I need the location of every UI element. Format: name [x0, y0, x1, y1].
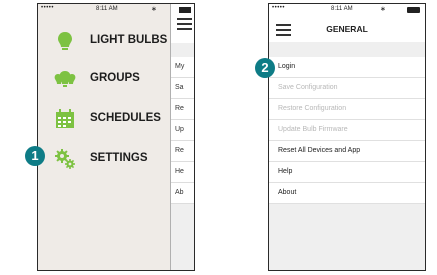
empty-area	[269, 204, 425, 270]
status-bar: ••••• 8:11 AM ∗	[38, 4, 170, 14]
drawer-item-groups[interactable]: GROUPS	[38, 68, 170, 90]
status-time: 8:11 AM	[96, 6, 118, 12]
drawer-item-settings[interactable]: SETTINGS	[38, 148, 170, 170]
battery-icon	[407, 7, 420, 13]
settings-list-partial: My Sa Re Up Re He Ab	[171, 57, 194, 204]
signal-indicator: •••••	[41, 5, 55, 11]
battery-icon	[179, 7, 191, 13]
empty-area	[171, 204, 194, 270]
settings-page-behind-drawer: My Sa Re Up Re He Ab	[170, 4, 194, 270]
list-item-reset-all-devices[interactable]: Reset All Devices and App	[269, 141, 425, 162]
drawer-item-schedules[interactable]: SCHEDULES	[38, 108, 170, 130]
list-item-about[interactable]: About	[269, 183, 425, 204]
lightbulb-icon	[58, 32, 72, 50]
list-item-help[interactable]: Help	[269, 162, 425, 183]
bluetooth-icon: ∗	[151, 6, 157, 13]
list-item[interactable]: He	[171, 162, 194, 183]
list-item-save-configuration: Save Configuration	[269, 78, 425, 99]
bluetooth-icon: ∗	[380, 6, 386, 13]
list-item[interactable]: Up	[171, 120, 194, 141]
list-item[interactable]: My	[171, 57, 194, 78]
callout-badge-2: 2	[255, 58, 275, 78]
list-item[interactable]: Re	[171, 141, 194, 162]
list-item[interactable]: Ab	[171, 183, 194, 204]
status-bar: ••••• 8:11 AM ∗	[269, 4, 425, 14]
status-time: 8:11 AM	[331, 6, 353, 12]
list-item-update-bulb-firmware: Update Bulb Firmware	[269, 120, 425, 141]
signal-indicator: •••••	[272, 5, 286, 11]
list-item[interactable]: Re	[171, 99, 194, 120]
list-item-login[interactable]: Login	[269, 57, 425, 78]
drawer-item-label: LIGHT BULBS	[90, 34, 168, 46]
drawer-item-light-bulbs[interactable]: LIGHT BULBS	[38, 30, 170, 52]
app-header: ••••• 8:11 AM ∗ GENERAL	[269, 4, 425, 42]
section-divider	[171, 43, 194, 57]
drawer-item-label: SETTINGS	[90, 152, 148, 164]
navigation-drawer: ••••• 8:11 AM ∗ LIGHT BULBS GROUPS SCHED…	[38, 4, 170, 270]
section-divider	[269, 42, 425, 57]
drawer-item-label: GROUPS	[90, 72, 140, 84]
calendar-icon	[56, 109, 74, 128]
callout-badge-1: 1	[25, 146, 45, 166]
drawer-item-label: SCHEDULES	[90, 112, 161, 124]
hamburger-menu-icon[interactable]	[177, 18, 192, 33]
phone-screen-menu: ••••• 8:11 AM ∗ LIGHT BULBS GROUPS SCHED…	[37, 3, 195, 271]
list-item[interactable]: Sa	[171, 78, 194, 99]
general-settings-list: Login Save Configuration Restore Configu…	[269, 57, 425, 204]
gears-icon	[55, 149, 75, 169]
group-bulbs-icon	[54, 71, 76, 87]
phone-screen-general: ••••• 8:11 AM ∗ GENERAL Login Save Confi…	[268, 3, 426, 271]
list-item-restore-configuration: Restore Configuration	[269, 99, 425, 120]
page-title: GENERAL	[326, 24, 368, 34]
